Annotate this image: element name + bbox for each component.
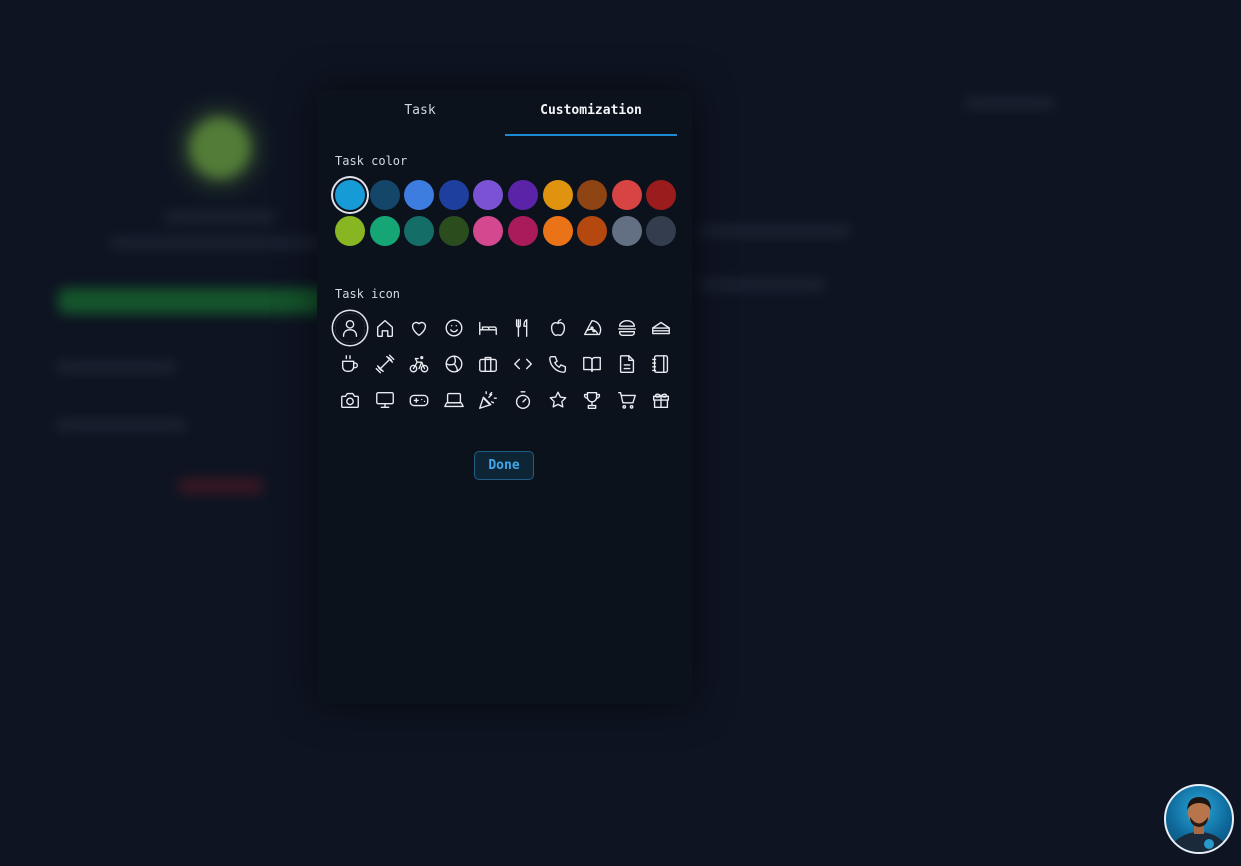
pizza-icon[interactable]	[577, 313, 607, 343]
bed-icon[interactable]	[473, 313, 503, 343]
color-swatch[interactable]	[473, 180, 504, 210]
color-swatch[interactable]	[646, 180, 677, 210]
color-swatch[interactable]	[404, 216, 435, 246]
color-swatch[interactable]	[438, 216, 469, 246]
star-icon[interactable]	[543, 385, 573, 415]
tab-customization[interactable]: Customization	[505, 90, 677, 136]
color-swatch[interactable]	[542, 216, 573, 246]
avatar-portrait	[1169, 797, 1229, 852]
user-avatar[interactable]	[1164, 784, 1234, 854]
bicycle-icon[interactable]	[404, 349, 434, 379]
color-swatch[interactable]	[577, 216, 608, 246]
color-swatch[interactable]	[438, 180, 469, 210]
briefcase-icon[interactable]	[473, 349, 503, 379]
color-swatch[interactable]	[611, 180, 642, 210]
code-icon[interactable]	[508, 349, 538, 379]
done-button[interactable]: Done	[474, 451, 534, 480]
background-line	[965, 98, 1055, 108]
camera-icon[interactable]	[335, 385, 365, 415]
task-customization-modal: Task Customization Task color Task icon …	[317, 90, 692, 704]
coffee-icon[interactable]	[335, 349, 365, 379]
background-danger-button	[178, 478, 263, 494]
dumbbell-icon[interactable]	[370, 349, 400, 379]
background-line	[700, 280, 825, 290]
smile-icon[interactable]	[439, 313, 469, 343]
timer-icon[interactable]	[508, 385, 538, 415]
color-swatch[interactable]	[508, 180, 538, 210]
user-icon[interactable]	[335, 313, 365, 343]
color-swatch[interactable]	[404, 180, 435, 210]
color-swatch[interactable]	[369, 216, 400, 246]
sandwich-icon[interactable]	[646, 313, 676, 343]
color-swatch[interactable]	[473, 216, 504, 246]
monitor-icon[interactable]	[370, 385, 400, 415]
gamepad-icon[interactable]	[404, 385, 434, 415]
color-swatch[interactable]	[577, 180, 608, 210]
laptop-icon[interactable]	[439, 385, 469, 415]
color-swatch[interactable]	[335, 180, 365, 210]
color-swatch[interactable]	[611, 216, 642, 246]
heart-icon[interactable]	[404, 313, 434, 343]
color-swatch[interactable]	[542, 180, 573, 210]
background-line	[700, 226, 850, 236]
background-line	[56, 420, 186, 430]
color-swatch[interactable]	[369, 180, 400, 210]
apple-icon[interactable]	[543, 313, 573, 343]
background-line	[110, 238, 330, 248]
phone-icon[interactable]	[543, 349, 573, 379]
book-icon[interactable]	[577, 349, 607, 379]
color-swatch[interactable]	[646, 216, 677, 246]
background-progress-bar	[58, 288, 328, 314]
background-line	[56, 362, 176, 372]
task-icon-label: Task icon	[335, 287, 401, 301]
cart-icon[interactable]	[612, 385, 642, 415]
document-icon[interactable]	[612, 349, 642, 379]
home-icon[interactable]	[370, 313, 400, 343]
notebook-icon[interactable]	[646, 349, 676, 379]
burger-icon[interactable]	[612, 313, 642, 343]
color-swatch[interactable]	[508, 216, 538, 246]
background-line	[165, 212, 275, 222]
gift-icon[interactable]	[646, 385, 676, 415]
color-swatch[interactable]	[335, 216, 365, 246]
trophy-icon[interactable]	[577, 385, 607, 415]
tab-task[interactable]: Task	[335, 90, 505, 134]
party-popper-icon[interactable]	[473, 385, 503, 415]
task-color-label: Task color	[335, 154, 408, 168]
background-orb	[190, 118, 250, 178]
volleyball-icon[interactable]	[439, 349, 469, 379]
utensils-icon[interactable]	[508, 313, 538, 343]
tab-bar: Task Customization	[335, 90, 677, 136]
